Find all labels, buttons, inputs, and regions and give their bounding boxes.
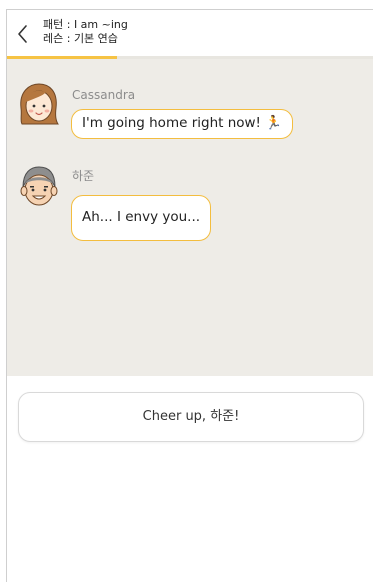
back-button[interactable] <box>12 21 36 47</box>
header: 패턴 : I am ~ing 레슨 : 기본 연습 <box>7 10 373 59</box>
pattern-label: 패턴 : I am ~ing <box>43 18 128 31</box>
lesson-label: 레슨 : 기본 연습 <box>43 32 118 45</box>
chevron-left-icon <box>18 25 27 43</box>
message-bubble: I'm going home right now! 🏃 <box>71 109 294 139</box>
speaker-name: Cassandra <box>72 88 136 102</box>
lesson-info: 패턴 : I am ~ing 레슨 : 기본 연습 <box>43 18 128 46</box>
message-bubble: Ah... I envy you... <box>71 195 212 241</box>
app-frame: 패턴 : I am ~ing 레슨 : 기본 연습 Cassandra I'm … <box>6 9 373 582</box>
chat-area: Cassandra I'm going home right now! 🏃 하준… <box>7 59 373 376</box>
woman-avatar-icon <box>15 81 61 127</box>
man-avatar-icon <box>15 163 61 209</box>
answer-area: Cheer up, 하준! <box>7 376 373 582</box>
answer-option-button[interactable]: Cheer up, 하준! <box>18 392 364 442</box>
speaker-name: 하준 <box>72 169 95 183</box>
